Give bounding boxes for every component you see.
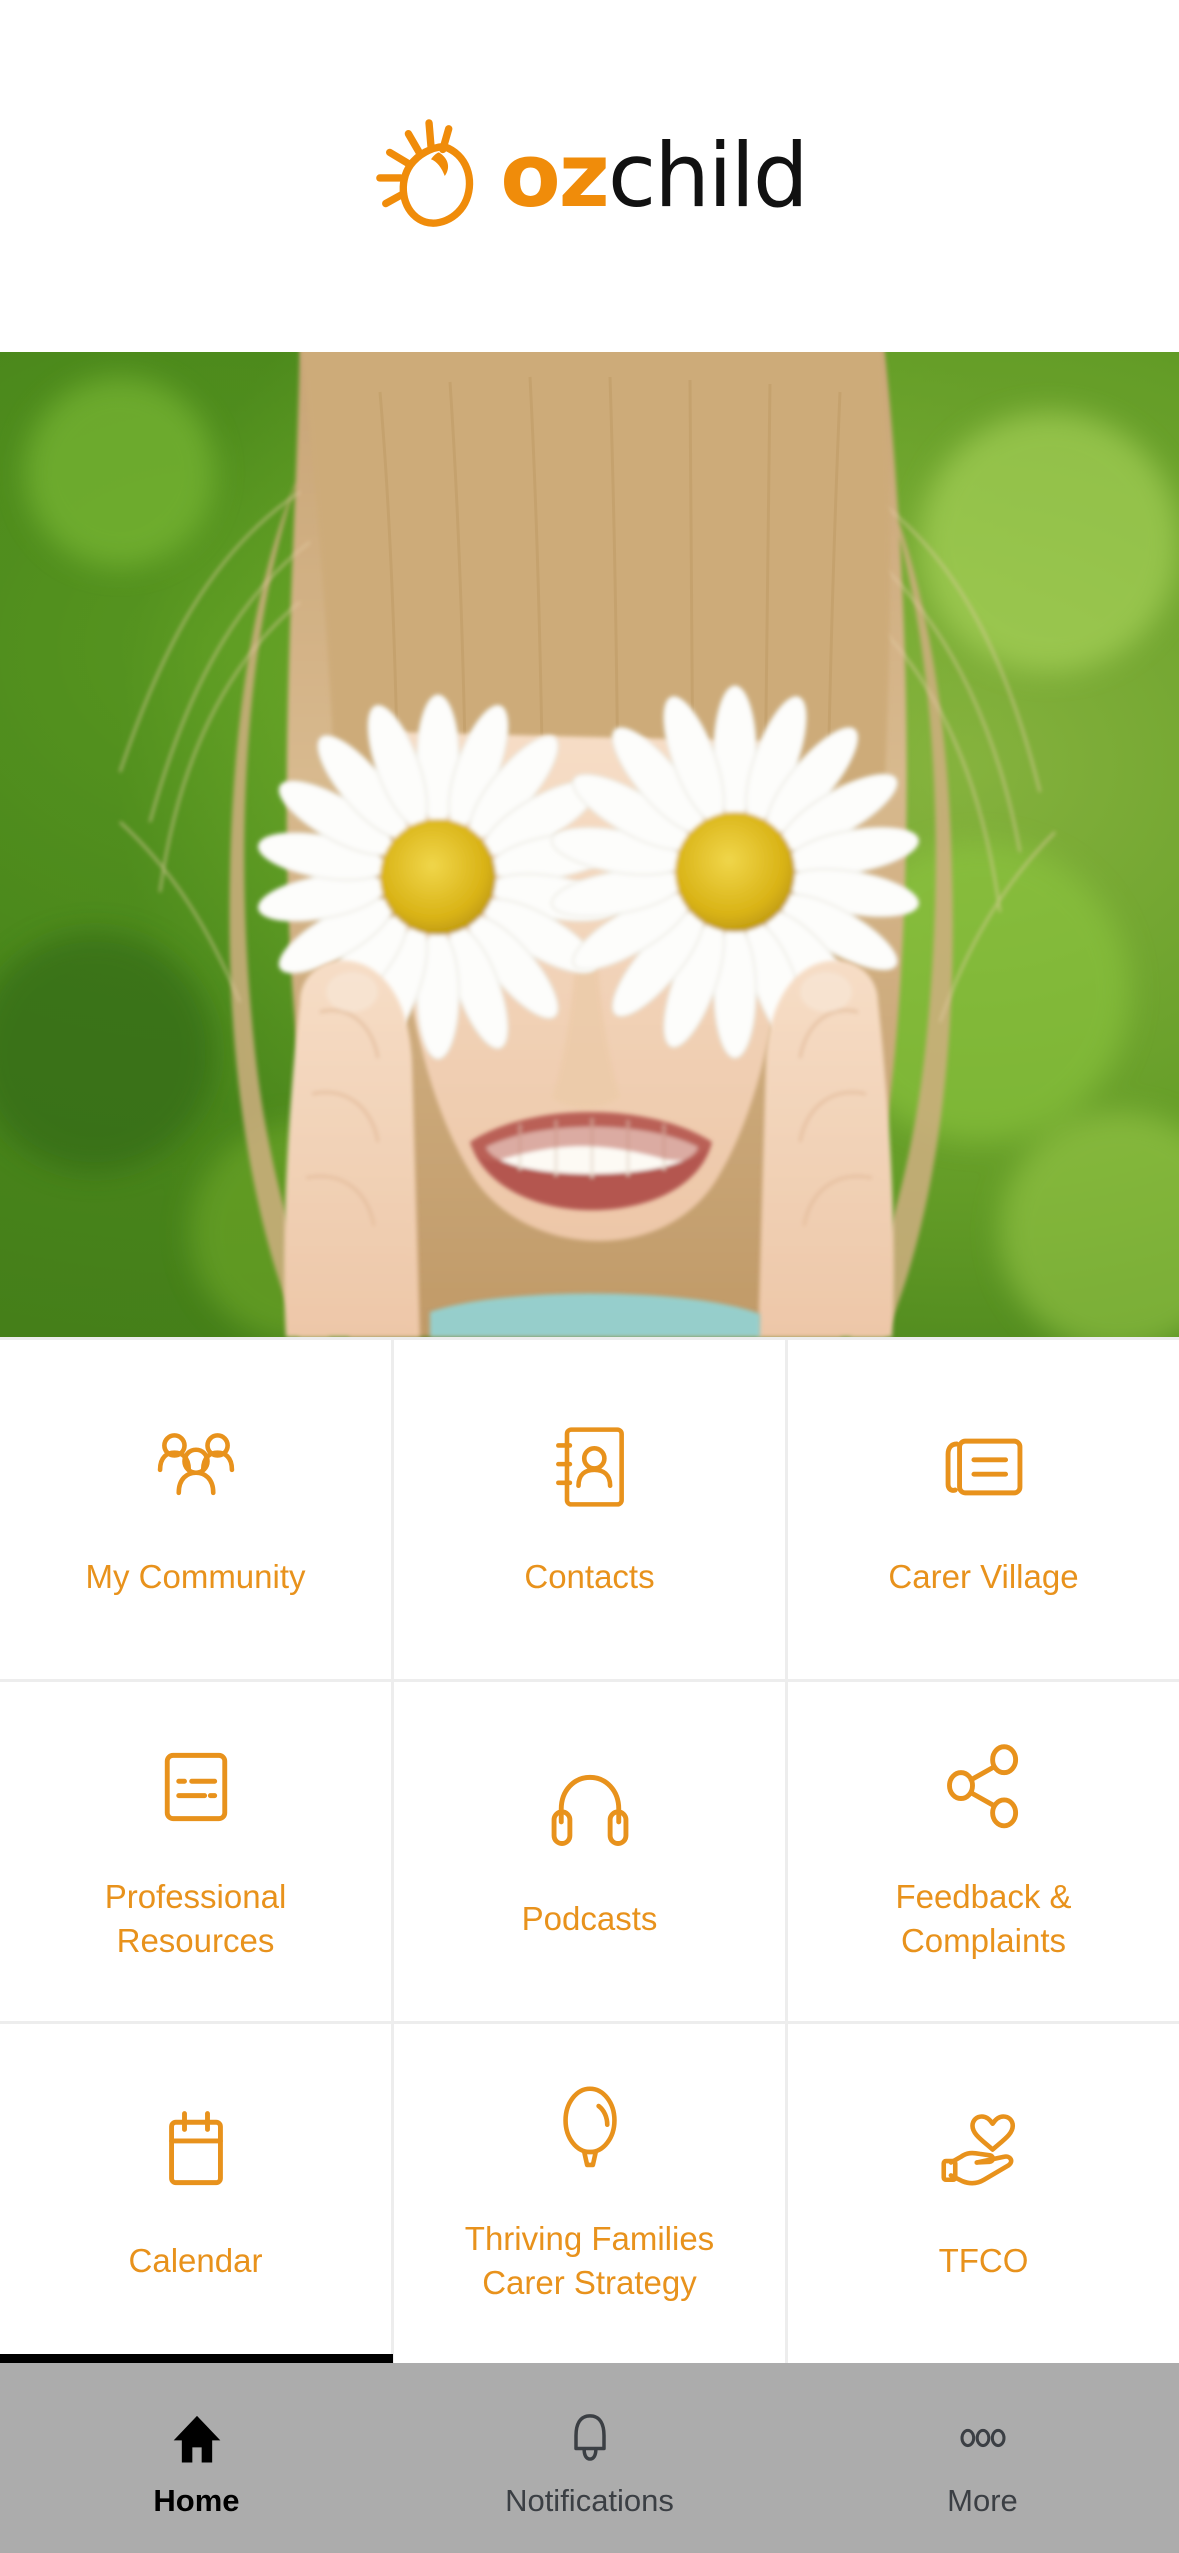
tab-label: Notifications [505,2482,674,2518]
bell-icon [559,2407,621,2469]
tile-carer-village[interactable]: Carer Village [788,1340,1179,1679]
balloon-icon [544,2083,636,2175]
logo-wordmark: oz child [500,124,809,227]
document-lines-icon [150,1741,242,1833]
ozchild-sun-icon [372,117,490,235]
logo-word-oz: oz [500,124,610,227]
ozchild-logo[interactable]: oz child [372,117,809,235]
logo-word-child: child [607,124,809,227]
tile-label-line1: Thriving Families [464,2219,715,2257]
tile-label: TFCO [938,2241,1029,2279]
home-icon [166,2407,228,2469]
tile-calendar[interactable]: Calendar [0,2024,391,2363]
tile-label: Podcasts [521,1899,658,1937]
tile-label-line2: Resources [116,1921,275,1959]
bottom-tab-bar: Home Notifications More [0,2354,1179,2553]
tile-label-line1: Professional [104,1877,287,1915]
tile-label-line1: Feedback & [895,1877,1072,1915]
feature-grid: My Community Contacts Carer Village Prof… [0,1337,1179,2363]
tile-label: Calendar [128,2241,263,2279]
tile-my-community[interactable]: My Community [0,1340,391,1679]
tile-feedback-complaints[interactable]: Feedback & Complaints [788,1682,1179,2021]
hero-photo [0,352,1179,1337]
contact-book-icon [544,1421,636,1513]
tile-label-line2: Complaints [900,1921,1067,1959]
hero-banner [0,352,1179,1337]
tab-home[interactable]: Home [0,2363,393,2553]
community-people-icon [150,1421,242,1513]
app-header: oz child [0,0,1179,352]
tab-notifications[interactable]: Notifications [393,2363,786,2553]
app-root: oz child My Community Contacts Carer Vil… [0,0,1179,2553]
tile-label: Carer Village [888,1557,1079,1595]
tab-label: Home [153,2482,240,2518]
more-dots-icon [952,2407,1014,2469]
tile-contacts[interactable]: Contacts [394,1340,785,1679]
tile-label: My Community [85,1557,306,1595]
hand-heart-icon [938,2105,1030,2197]
tile-professional-resources[interactable]: Professional Resources [0,1682,391,2021]
tile-tfco[interactable]: TFCO [788,2024,1179,2363]
newspaper-article-icon [938,1421,1030,1513]
tile-label: Professional Resources [105,1875,287,1962]
share-nodes-icon [938,1741,1030,1833]
tile-thriving-families-carer-strategy[interactable]: Thriving Families Carer Strategy [394,2024,785,2363]
tile-label: Thriving Families Carer Strategy [465,2217,714,2304]
calendar-icon [150,2105,242,2197]
tab-label: More [947,2482,1018,2518]
active-tab-indicator [0,2354,393,2363]
tab-more[interactable]: More [786,2363,1179,2553]
headphones-icon [544,1763,636,1855]
tile-label: Feedback & Complaints [895,1875,1071,1962]
tile-label: Contacts [524,1557,655,1595]
tile-label-line2: Carer Strategy [482,2263,697,2301]
tile-podcasts[interactable]: Podcasts [394,1682,785,2021]
